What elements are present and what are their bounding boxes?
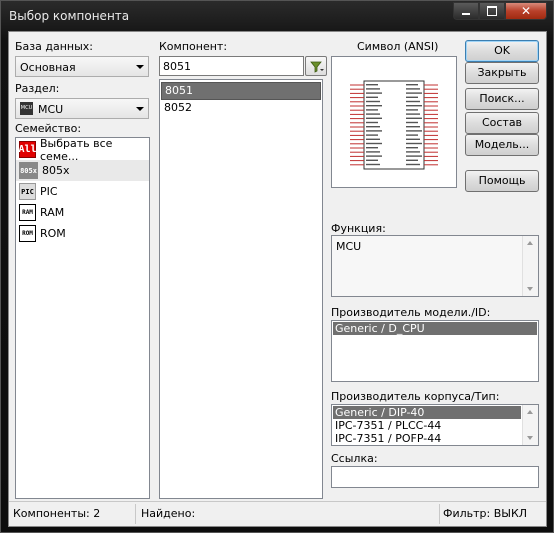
composition-button[interactable]: Состав bbox=[465, 112, 539, 134]
status-separator bbox=[135, 504, 136, 524]
model-button[interactable]: Модель... bbox=[465, 134, 539, 156]
minimize-icon bbox=[462, 13, 470, 15]
family-list[interactable]: All Выбрать все семе... 805x 805x PIC PI… bbox=[15, 137, 150, 499]
family-item-label: 805x bbox=[42, 164, 70, 177]
window-title: Выбор компонента bbox=[9, 9, 130, 23]
family-item-label: Выбрать все семе... bbox=[40, 137, 113, 163]
link-field[interactable] bbox=[331, 466, 539, 488]
memory-ram-icon: RAM bbox=[19, 204, 36, 221]
section-label: Раздел: bbox=[15, 82, 60, 95]
list-item[interactable]: ROM ROM bbox=[16, 223, 149, 244]
scroll-up-icon bbox=[527, 241, 533, 245]
section-value: MCU bbox=[38, 103, 64, 116]
function-value: MCU bbox=[336, 240, 362, 253]
title-bar[interactable]: Выбор компонента ✕ bbox=[1, 1, 553, 31]
status-separator bbox=[439, 504, 440, 524]
close-dialog-button[interactable]: Закрыть bbox=[465, 62, 539, 84]
database-combo[interactable]: Основная bbox=[15, 56, 149, 77]
help-button[interactable]: Помощь bbox=[465, 170, 539, 192]
function-scrollbar[interactable] bbox=[522, 236, 538, 296]
all-icon: All bbox=[18, 141, 37, 158]
chevron-down-icon bbox=[136, 65, 144, 69]
package-manufacturer-list[interactable]: Generic / DIP-40 IPC-7351 / PLCC-44 IPC-… bbox=[331, 404, 539, 446]
ok-button[interactable]: OK bbox=[465, 40, 539, 62]
close-button[interactable]: ✕ bbox=[505, 2, 547, 20]
filter-button[interactable] bbox=[305, 56, 327, 76]
dialog-client-area: База данных: Основная Раздел: MCU MCU Се… bbox=[8, 31, 547, 527]
section-combo[interactable]: MCU MCU bbox=[15, 98, 149, 119]
search-button[interactable]: Поиск... bbox=[465, 88, 539, 110]
scroll-down-icon bbox=[527, 436, 533, 440]
chip-pic-icon: PIC bbox=[19, 183, 36, 200]
database-value: Основная bbox=[20, 61, 76, 74]
list-item[interactable]: 8051 bbox=[161, 82, 321, 100]
list-item[interactable]: Generic / DIP-40 bbox=[333, 406, 521, 419]
list-item[interactable]: IPC-7351 / POFP-44 bbox=[333, 432, 537, 445]
list-item[interactable]: All Выбрать все семе... bbox=[16, 137, 149, 163]
memory-rom-icon: ROM bbox=[19, 225, 36, 242]
component-label: Компонент: bbox=[159, 40, 228, 53]
list-item[interactable]: Generic / D_CPU bbox=[333, 322, 537, 335]
filter-icon bbox=[310, 61, 324, 73]
component-search-row bbox=[159, 56, 329, 77]
package-manufacturer-label: Производитель корпуса/Тип: bbox=[331, 390, 500, 403]
family-item-label: ROM bbox=[40, 227, 66, 240]
window-controls: ✕ bbox=[453, 2, 547, 21]
family-item-label: RAM bbox=[40, 206, 65, 219]
maximize-button[interactable] bbox=[479, 2, 505, 20]
family-item-label: PIC bbox=[40, 185, 58, 198]
status-components: Компоненты: 2 bbox=[13, 507, 101, 520]
scroll-up-icon bbox=[527, 410, 533, 414]
maximize-icon bbox=[487, 6, 497, 16]
list-item[interactable]: RAM RAM bbox=[16, 202, 149, 223]
list-item[interactable]: IPC-7351 / PLCC-44 bbox=[333, 419, 537, 432]
minimize-button[interactable] bbox=[453, 2, 479, 20]
list-item[interactable]: PIC PIC bbox=[16, 181, 149, 202]
chip-805x-icon: 805x bbox=[19, 162, 38, 179]
function-text-area[interactable]: MCU bbox=[331, 235, 539, 297]
status-bar: Компоненты: 2 Найдено: Фильтр: ВЫКЛ bbox=[9, 501, 546, 526]
function-label: Функция: bbox=[331, 222, 386, 235]
component-selection-dialog: Выбор компонента ✕ База данных: Основная… bbox=[0, 0, 554, 533]
list-item[interactable]: 8052 bbox=[161, 100, 321, 116]
family-label: Семейство: bbox=[15, 122, 82, 135]
model-manufacturer-label: Производитель модели./ID: bbox=[331, 306, 491, 319]
mcu-chip-icon: MCU bbox=[20, 102, 33, 115]
package-scrollbar[interactable] bbox=[522, 405, 538, 445]
scroll-down-icon bbox=[527, 287, 533, 291]
model-manufacturer-list[interactable]: Generic / D_CPU bbox=[331, 320, 539, 382]
chevron-down-icon bbox=[136, 107, 144, 111]
link-label: Ссылка: bbox=[331, 452, 378, 465]
status-found: Найдено: bbox=[141, 507, 196, 520]
symbol-label: Символ (ANSI) bbox=[357, 40, 439, 53]
symbol-preview bbox=[331, 56, 457, 188]
list-item[interactable]: 805x 805x bbox=[16, 160, 149, 181]
chip-symbol-icon bbox=[350, 80, 438, 170]
status-filter: Фильтр: ВЫКЛ bbox=[443, 507, 528, 520]
component-search-input[interactable] bbox=[159, 56, 304, 76]
close-icon: ✕ bbox=[520, 4, 532, 18]
component-list[interactable]: 8051 8052 bbox=[159, 79, 323, 499]
database-label: База данных: bbox=[15, 40, 94, 53]
